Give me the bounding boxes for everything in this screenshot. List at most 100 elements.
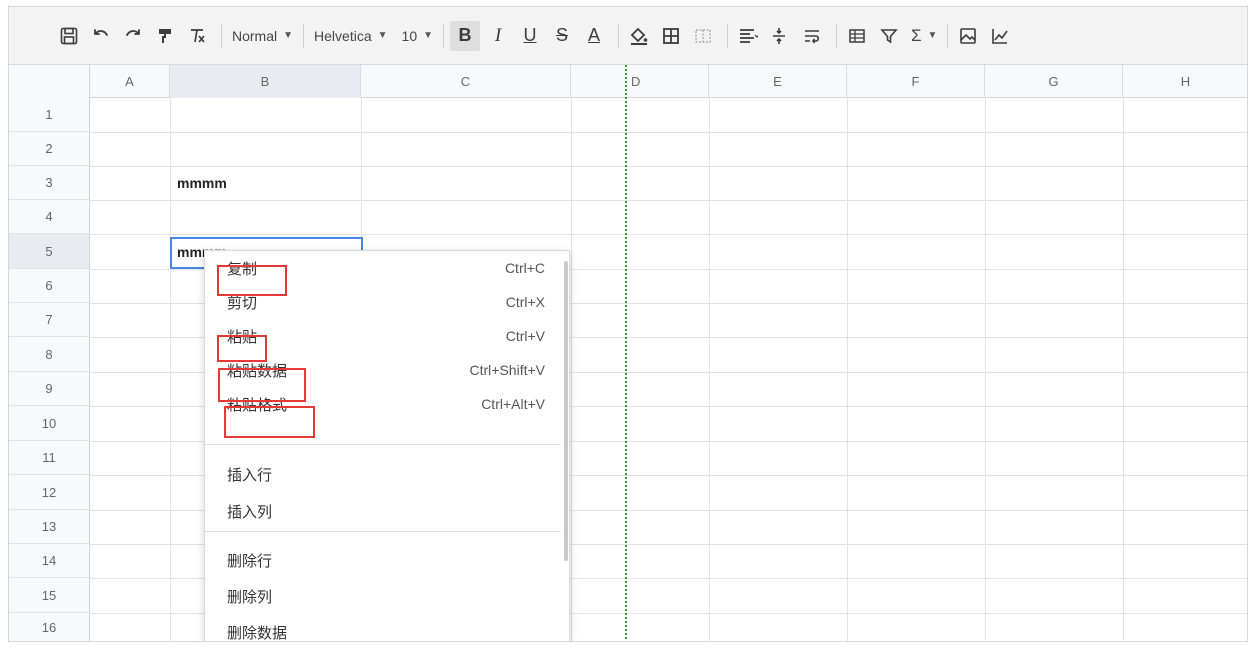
chevron-down-icon: ▼	[927, 30, 938, 41]
vertical-align-icon[interactable]	[766, 21, 794, 51]
merge-cells-icon[interactable]	[689, 21, 717, 51]
column-gridline	[709, 98, 710, 641]
undo-icon[interactable]	[87, 21, 115, 51]
menu-item-shortcut: Ctrl+C	[504, 260, 545, 276]
cell-b3[interactable]: mmmm	[177, 175, 227, 191]
row-header-11[interactable]: 11	[9, 441, 90, 475]
menu-item-delete-row[interactable]: 删除行	[205, 543, 561, 577]
row-header-3[interactable]: 3	[9, 166, 90, 200]
row-header-14[interactable]: 14	[9, 544, 90, 578]
row-gridline	[90, 234, 1247, 235]
font-size-select[interactable]: 10 ▼	[398, 21, 437, 51]
row-header-4[interactable]: 4	[9, 200, 90, 234]
chevron-down-icon: ▼	[283, 30, 294, 41]
row-header-13[interactable]: 13	[9, 510, 90, 544]
menu-item-label: 插入行	[227, 466, 273, 484]
column-header-a[interactable]: A	[90, 65, 170, 98]
menu-item-delete-data[interactable]: 删除数据	[205, 615, 561, 642]
underline-button[interactable]: U	[516, 21, 544, 51]
sum-icon: Σ	[911, 25, 922, 45]
column-header-g[interactable]: G	[985, 65, 1123, 98]
highlight-box-copy	[217, 265, 287, 296]
menu-item-label: 删除数据	[227, 624, 288, 642]
toolbar-divider	[727, 23, 729, 48]
row-header-12[interactable]: 12	[9, 475, 90, 510]
column-header-c[interactable]: C	[361, 65, 571, 98]
style-select-value: Normal	[232, 27, 278, 44]
row-header-10[interactable]: 10	[9, 406, 90, 441]
menu-item-label: 删除列	[227, 588, 273, 606]
row-gridline	[90, 200, 1247, 201]
column-header-d[interactable]: D	[631, 65, 655, 98]
spreadsheet-window: Normal ▼ Helvetica ▼ 10 ▼ B I U S A Σ ▼ …	[8, 6, 1248, 642]
borders-icon[interactable]	[657, 21, 685, 51]
sum-select[interactable]: Σ ▼	[907, 21, 941, 51]
sheet-grid: A B C E F G H D 1 2 3 4 5 6 7 8 9 10 11 …	[9, 65, 1247, 641]
toolbar-divider	[303, 23, 305, 48]
fill-color-icon[interactable]	[625, 21, 653, 51]
italic-button[interactable]: I	[484, 21, 512, 51]
insert-chart-icon[interactable]	[986, 21, 1014, 51]
row-gridline	[90, 132, 1247, 133]
context-menu: 复制 Ctrl+C 剪切 Ctrl+X 粘贴 Ctrl+V 粘贴数据 Ctrl+…	[204, 250, 570, 642]
bold-button[interactable]: B	[450, 20, 481, 51]
column-gridline	[847, 98, 848, 641]
text-color-button[interactable]: A	[580, 21, 608, 51]
font-size-value: 10	[401, 27, 418, 44]
save-icon[interactable]	[55, 21, 83, 51]
toolbar: Normal ▼ Helvetica ▼ 10 ▼ B I U S A Σ ▼	[9, 7, 1247, 65]
menu-item-shortcut: Ctrl+Shift+V	[469, 362, 545, 378]
menu-item-label: 删除行	[227, 552, 273, 570]
page-break-line	[625, 65, 627, 641]
text-wrap-icon[interactable]	[798, 21, 826, 51]
row-header-7[interactable]: 7	[9, 303, 90, 337]
row-header-1[interactable]: 1	[9, 98, 90, 132]
row-header-6[interactable]: 6	[9, 269, 90, 303]
column-header-e[interactable]: E	[709, 65, 847, 98]
font-select-value: Helvetica	[314, 27, 372, 44]
column-gridline	[571, 98, 572, 641]
highlight-box-paste	[217, 335, 267, 362]
column-gridline	[985, 98, 986, 641]
row-header-2[interactable]: 2	[9, 132, 90, 166]
row-gridline	[90, 166, 1247, 167]
format-painter-icon[interactable]	[151, 21, 179, 51]
menu-scrollbar[interactable]	[564, 261, 568, 561]
horizontal-align-icon[interactable]	[734, 21, 762, 51]
chevron-down-icon: ▼	[423, 30, 434, 41]
font-select[interactable]: Helvetica ▼	[310, 21, 392, 51]
menu-item-label: 插入列	[227, 503, 273, 521]
select-all-corner[interactable]	[9, 65, 90, 98]
insert-image-icon[interactable]	[954, 21, 982, 51]
style-select[interactable]: Normal ▼	[228, 21, 297, 51]
menu-item-shortcut: Ctrl+X	[505, 294, 545, 310]
toolbar-divider	[618, 23, 620, 48]
highlight-box-paste-data	[218, 368, 306, 402]
toolbar-divider	[947, 23, 949, 48]
menu-item-shortcut: Ctrl+Alt+V	[481, 396, 545, 412]
menu-item-insert-row[interactable]: 插入行	[205, 457, 561, 491]
column-header-h[interactable]: H	[1123, 65, 1247, 98]
row-header-16[interactable]: 16	[9, 613, 90, 641]
strikethrough-button[interactable]: S	[548, 21, 576, 51]
row-header-9[interactable]: 9	[9, 372, 90, 406]
clear-format-icon[interactable]	[183, 21, 211, 51]
row-header-15[interactable]: 15	[9, 578, 90, 613]
filter-icon[interactable]	[875, 21, 903, 51]
menu-item-shortcut: Ctrl+V	[505, 328, 545, 344]
menu-divider	[205, 444, 561, 445]
column-header-b[interactable]: B	[170, 65, 361, 98]
redo-icon[interactable]	[119, 21, 147, 51]
column-gridline	[1123, 98, 1124, 641]
toolbar-divider	[221, 23, 222, 48]
column-gridline	[170, 98, 171, 641]
row-header-8[interactable]: 8	[9, 337, 90, 372]
chevron-down-icon: ▼	[377, 30, 388, 41]
row-header-5[interactable]: 5	[9, 234, 90, 269]
column-header-f[interactable]: F	[847, 65, 985, 98]
menu-divider	[205, 531, 561, 532]
menu-item-insert-column[interactable]: 插入列	[205, 494, 561, 528]
menu-item-delete-column[interactable]: 删除列	[205, 579, 561, 613]
toolbar-divider	[836, 23, 838, 48]
freeze-icon[interactable]	[843, 21, 871, 51]
